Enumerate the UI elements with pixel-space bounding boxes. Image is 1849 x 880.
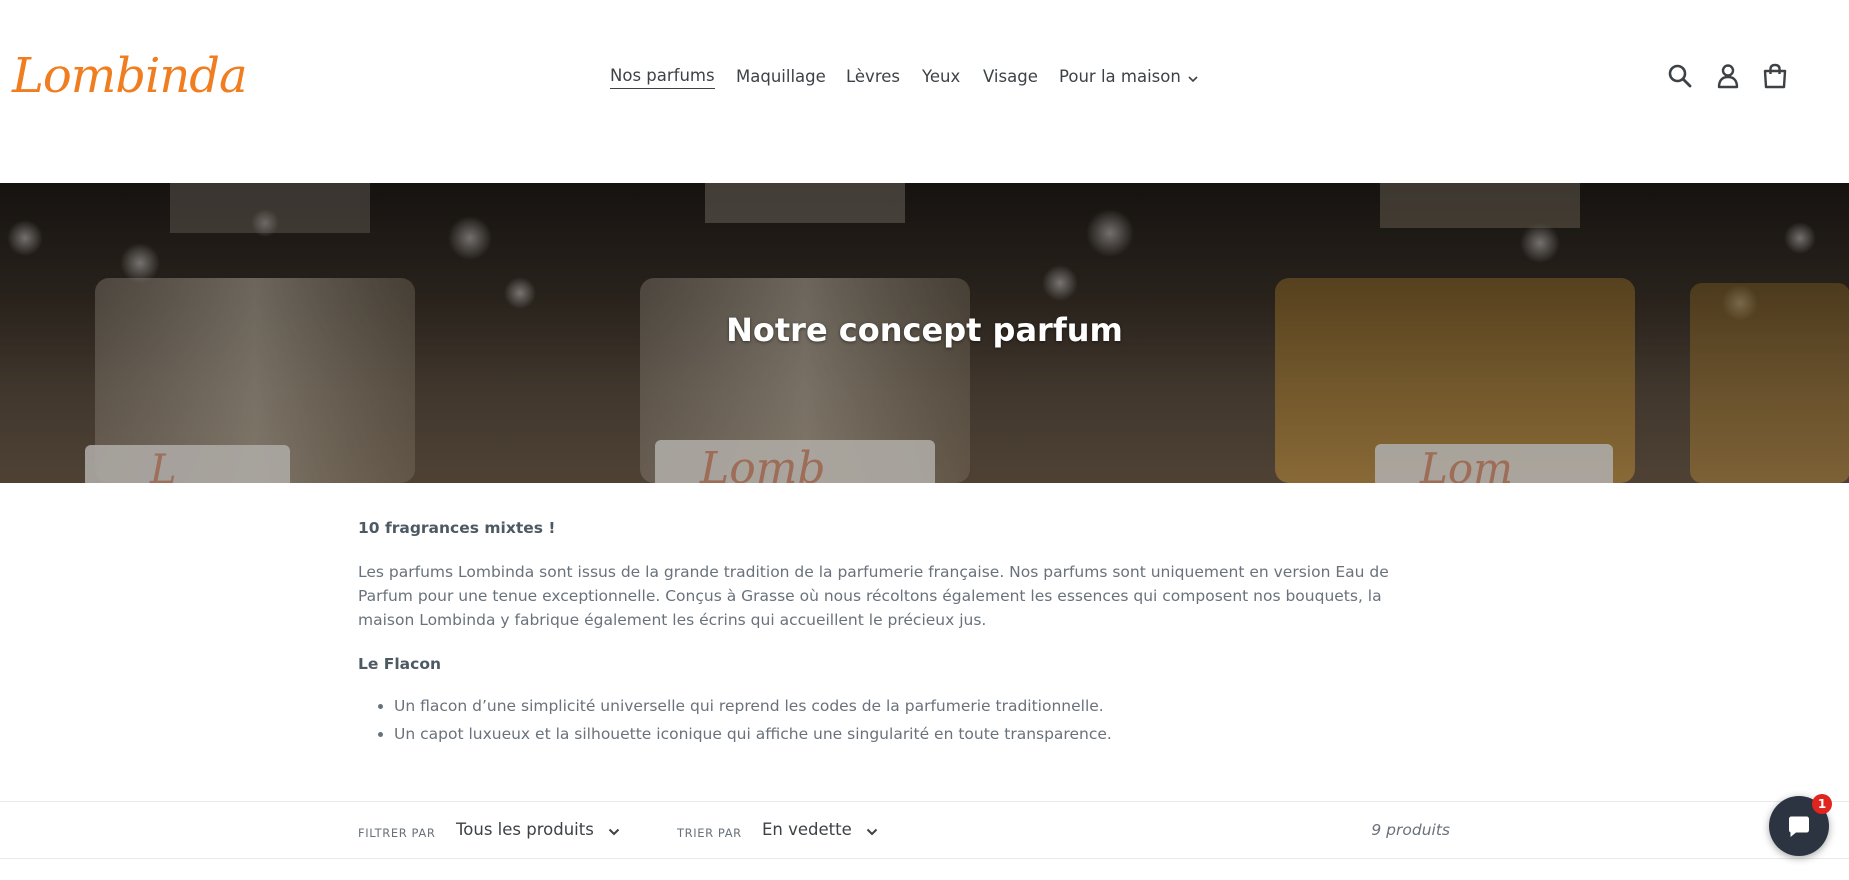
sort-label: TRIER PAR <box>677 826 742 840</box>
fragrances-heading: 10 fragrances mixtes ! <box>358 519 556 537</box>
product-count: 9 produits <box>1371 821 1450 839</box>
filter-select[interactable]: Tous les produits <box>456 820 622 840</box>
description-paragraph: Les parfums Lombinda sont issus de la gr… <box>358 563 1389 629</box>
filter-bar: FILTRER PAR Tous les produits TRIER PAR … <box>0 801 1849 859</box>
list-item: Un capot luxueux et la silhouette iconiq… <box>394 722 1112 746</box>
nav-item-pour-la-maison[interactable]: Pour la maison <box>1059 64 1201 91</box>
chevron-down-icon <box>608 821 622 840</box>
site-header: Lombinda Nos parfums Maquillage Lèvres Y… <box>0 0 1849 183</box>
nav-item-levres[interactable]: Lèvres <box>846 64 900 90</box>
nav-item-yeux[interactable]: Yeux <box>922 64 960 90</box>
nav-item-nos-parfums[interactable]: Nos parfums <box>610 64 715 89</box>
nav-item-maquillage[interactable]: Maquillage <box>736 64 826 90</box>
sort-select[interactable]: En vedette <box>762 820 880 840</box>
main-nav: Nos parfums Maquillage Lèvres Yeux Visag… <box>0 64 1849 90</box>
chat-notification-badge: 1 <box>1812 794 1832 814</box>
hero-title: Notre concept parfum <box>726 311 1123 349</box>
sort-select-value: En vedette <box>762 820 852 839</box>
hero-banner: L Lomb Lom Notre concept parfum <box>0 183 1849 483</box>
nav-item-label: Pour la maison <box>1059 67 1181 86</box>
flacon-list: Un flacon d’une simplicité universelle q… <box>358 694 1112 750</box>
nav-item-visage[interactable]: Visage <box>983 64 1038 90</box>
chevron-down-icon <box>866 821 880 840</box>
cart-icon[interactable] <box>1761 62 1789 90</box>
account-icon[interactable] <box>1714 62 1742 90</box>
chevron-down-icon <box>1187 65 1201 91</box>
list-item: Un flacon d’une simplicité universelle q… <box>394 694 1112 718</box>
search-icon[interactable] <box>1666 62 1694 90</box>
chat-icon <box>1789 816 1809 837</box>
filter-select-value: Tous les produits <box>456 820 594 839</box>
filter-label: FILTRER PAR <box>358 826 436 840</box>
flacon-heading: Le Flacon <box>358 655 442 673</box>
